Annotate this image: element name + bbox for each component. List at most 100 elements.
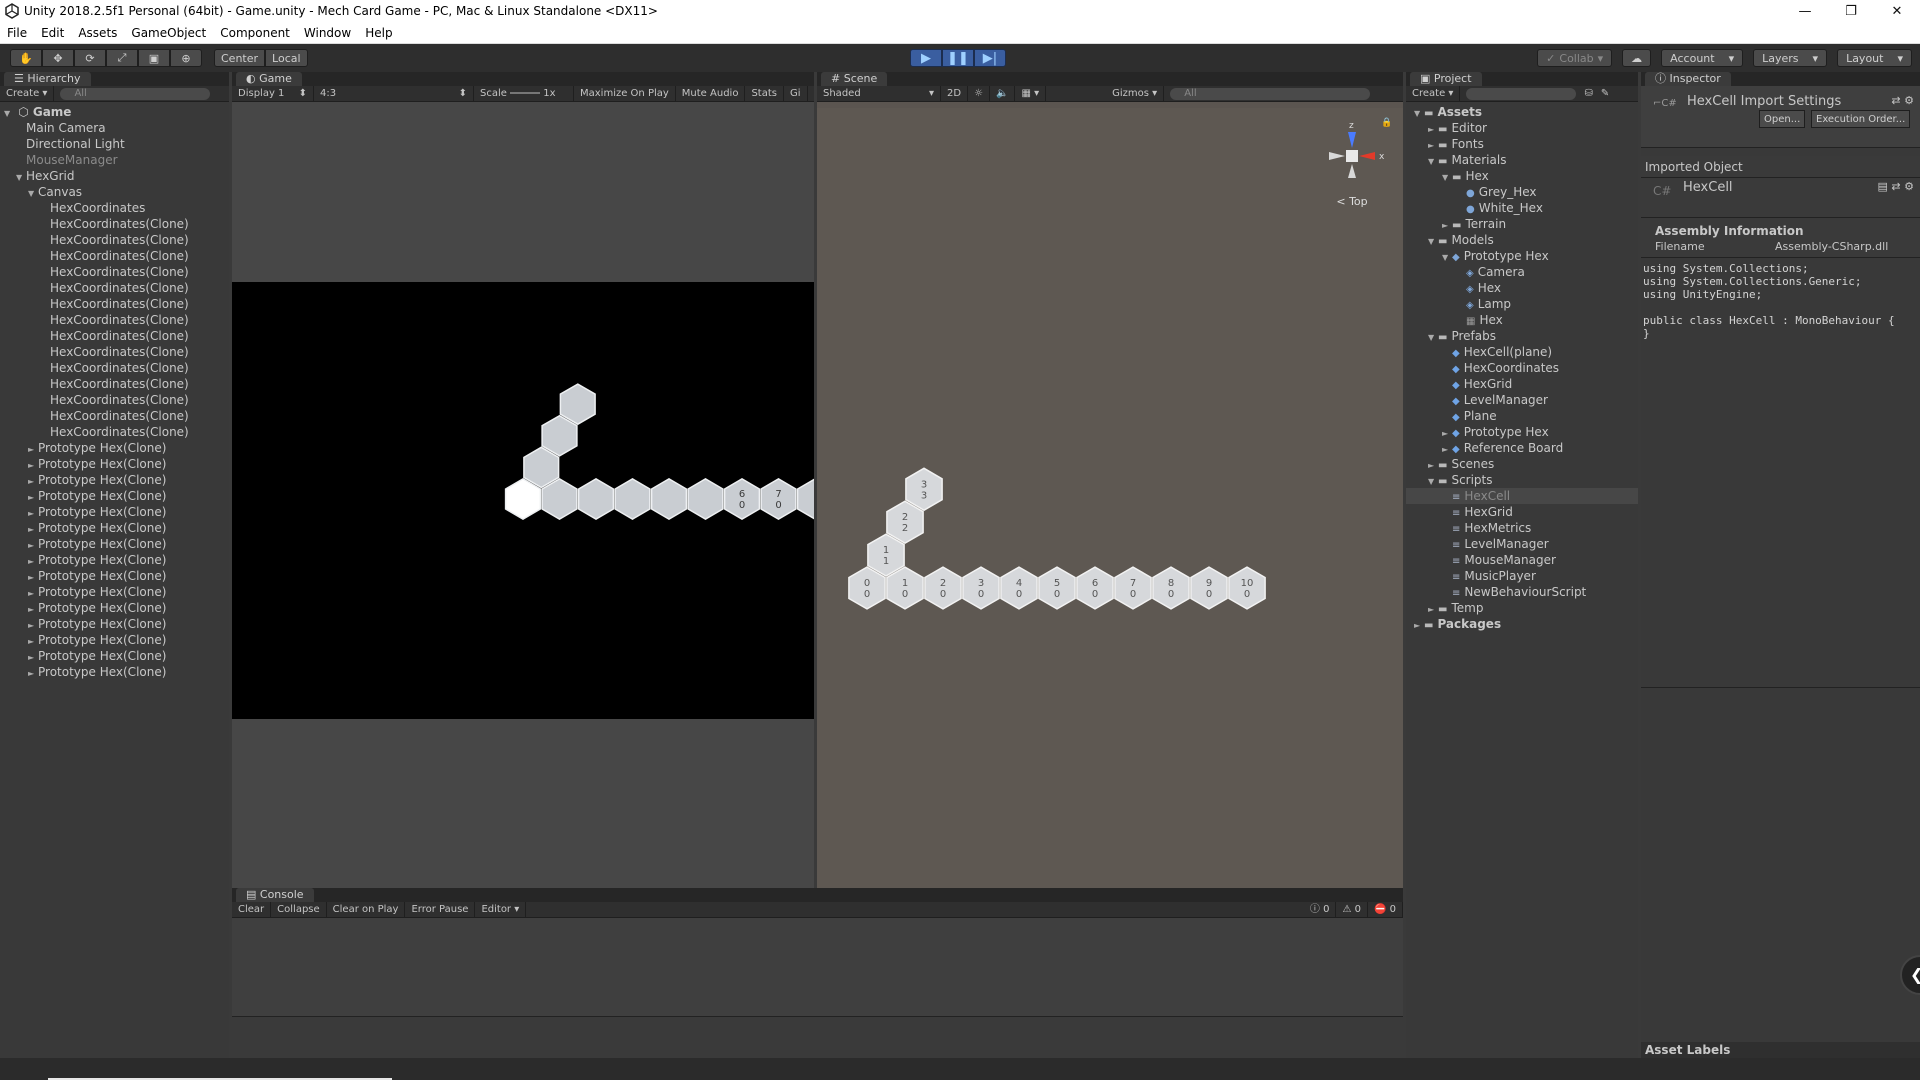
console-clear-button[interactable]: Clear [232,901,272,918]
hex-cell[interactable] [559,383,596,426]
hex-cell[interactable]: 60 [723,478,761,520]
project-item[interactable]: ● White_Hex [1406,200,1638,216]
audio-icon[interactable]: 🔈 [990,85,1016,102]
tab-game[interactable]: ◐ Game [236,72,302,86]
close-icon[interactable]: ✕ [1874,0,1920,22]
hex-cell[interactable]: 40 [1000,566,1038,610]
hex-cell[interactable] [614,478,651,520]
transform-icon[interactable]: ⊕ [170,49,202,67]
account-button[interactable]: Account ▾ [1661,49,1744,67]
project-item[interactable]: ◈ Camera [1406,264,1638,280]
scale-slider[interactable]: Scale 1x [474,85,574,102]
warning-count-button[interactable]: ⚠ 0 [1336,902,1368,918]
minimize-icon[interactable]: — [1782,0,1828,22]
hierarchy-item[interactable]: Directional Light [0,136,229,152]
pivot-local-button[interactable]: Local [265,49,308,67]
project-item[interactable]: ● Grey_Hex [1406,184,1638,200]
hierarchy-item[interactable]: ► Prototype Hex(Clone) [0,648,229,664]
hex-cell[interactable]: 20 [924,566,962,610]
hex-cell[interactable]: 80 [1152,566,1190,610]
rotate-icon[interactable]: ⟳ [74,49,106,67]
hex-cell[interactable]: 100 [1228,566,1266,610]
hex-cell[interactable] [523,446,560,489]
hierarchy-item[interactable]: HexCoordinates(Clone) [0,232,229,248]
hand-icon[interactable]: ✋ [10,49,42,67]
expand-arrow-icon[interactable]: ► [1414,618,1424,634]
tab-inspector[interactable]: ⓘ Inspector [1645,72,1731,86]
hierarchy-item[interactable]: ► Prototype Hex(Clone) [0,520,229,536]
project-item[interactable]: ▼ ▬ Materials [1406,152,1638,168]
project-item[interactable]: ▼ ▬ Prefabs [1406,328,1638,344]
project-item[interactable]: ► ◆ Reference Board [1406,440,1638,456]
pause-icon[interactable]: ❚❚ [942,49,974,67]
shading-select[interactable]: Shaded ▾ [817,85,941,102]
project-item[interactable]: ≡ LevelManager [1406,536,1638,552]
pivot-center-button[interactable]: Center [214,49,266,67]
hierarchy-item[interactable]: ► Prototype Hex(Clone) [0,568,229,584]
project-item[interactable]: ◆ Plane [1406,408,1638,424]
hex-cell[interactable]: 33 [905,467,943,512]
project-item[interactable]: ▼ ▬ Hex [1406,168,1638,184]
hex-cell[interactable] [577,478,615,520]
tab-project[interactable]: ▣ Project [1410,72,1482,86]
hierarchy-item[interactable]: ► Prototype Hex(Clone) [0,504,229,520]
hex-cell[interactable]: 00 [848,566,886,610]
hierarchy-item[interactable]: HexCoordinates(Clone) [0,392,229,408]
scene-search-input[interactable]: All [1170,87,1371,100]
project-item[interactable]: ► ▬ Packages [1406,616,1638,632]
hex-cell[interactable]: 90 [1190,566,1228,610]
hierarchy-item[interactable]: HexCoordinates(Clone) [0,248,229,264]
hex-cell[interactable]: 50 [1038,566,1076,610]
project-item[interactable]: ◈ Lamp [1406,296,1638,312]
hierarchy-item[interactable]: Main Camera [0,120,229,136]
component-settings-icon[interactable]: ▤ ⇄ ⚙ [1878,180,1914,193]
scene-root[interactable]: ▼ ⬡ Game [0,104,229,120]
project-item[interactable]: ▼ ▬ Models [1406,232,1638,248]
rect-icon[interactable]: ▣ [138,49,170,67]
project-item[interactable]: ► ▬ Scenes [1406,456,1638,472]
display-select[interactable]: Display 1 ⬍ [232,85,314,102]
mode-2d-toggle[interactable]: 2D [941,85,969,102]
hierarchy-item[interactable]: ▼ Canvas [0,184,229,200]
hex-cell[interactable]: 70 [760,478,797,520]
scale-icon[interactable]: ⤢ [106,49,138,67]
hierarchy-item[interactable]: HexCoordinates(Clone) [0,328,229,344]
hex-cell[interactable]: 10 [886,566,924,610]
project-item[interactable]: ◆ HexCell(plane) [1406,344,1638,360]
project-item[interactable]: ▼ ▬ Scripts [1406,472,1638,488]
menu-file[interactable]: File [0,26,34,40]
hierarchy-item[interactable]: HexCoordinates(Clone) [0,344,229,360]
effects-icon[interactable]: ▦ ▾ [1015,85,1047,102]
hex-cell[interactable] [687,478,724,520]
hierarchy-item[interactable]: HexCoordinates [0,200,229,216]
settings-icon[interactable]: ⇄ ⚙ [1891,94,1914,107]
hierarchy-item[interactable]: HexCoordinates(Clone) [0,424,229,440]
menu-gameobject[interactable]: GameObject [124,26,213,40]
lock-icon[interactable]: 🔒 [1381,118,1392,128]
hex-cell[interactable] [541,414,578,457]
tab-scene[interactable]: # Scene [821,72,888,86]
orientation-gizmo[interactable]: z x < Top [1317,120,1387,210]
project-item[interactable]: ◆ LevelManager [1406,392,1638,408]
project-item[interactable]: ▼ ◆ Prototype Hex [1406,248,1638,264]
hierarchy-item[interactable]: MouseManager [0,152,229,168]
menu-help[interactable]: Help [358,26,399,40]
filter-type-icon[interactable]: ⛁ [1584,88,1592,99]
play-icon[interactable]: ▶ [910,49,942,67]
open-button[interactable]: Open... [1759,110,1806,128]
console-error-pause-button[interactable]: Error Pause [405,901,476,918]
project-search-input[interactable] [1466,87,1577,100]
hex-cell[interactable] [504,478,542,520]
project-item[interactable]: ≡ HexGrid [1406,504,1638,520]
layers-button[interactable]: Layers ▾ [1753,49,1828,67]
game-gizmos-toggle[interactable]: Gi [784,85,808,102]
hierarchy-item[interactable]: ► Prototype Hex(Clone) [0,664,229,680]
console-collapse-button[interactable]: Collapse [271,901,327,918]
mute-audio-toggle[interactable]: Mute Audio [676,85,746,102]
project-item[interactable]: ≡ MouseManager [1406,552,1638,568]
project-item[interactable]: ≡ HexMetrics [1406,520,1638,536]
project-item[interactable]: ◆ HexCoordinates [1406,360,1638,376]
hierarchy-item[interactable]: ► Prototype Hex(Clone) [0,616,229,632]
project-item[interactable]: ≡ MusicPlayer [1406,568,1638,584]
layout-button[interactable]: Layout ▾ [1837,49,1912,67]
